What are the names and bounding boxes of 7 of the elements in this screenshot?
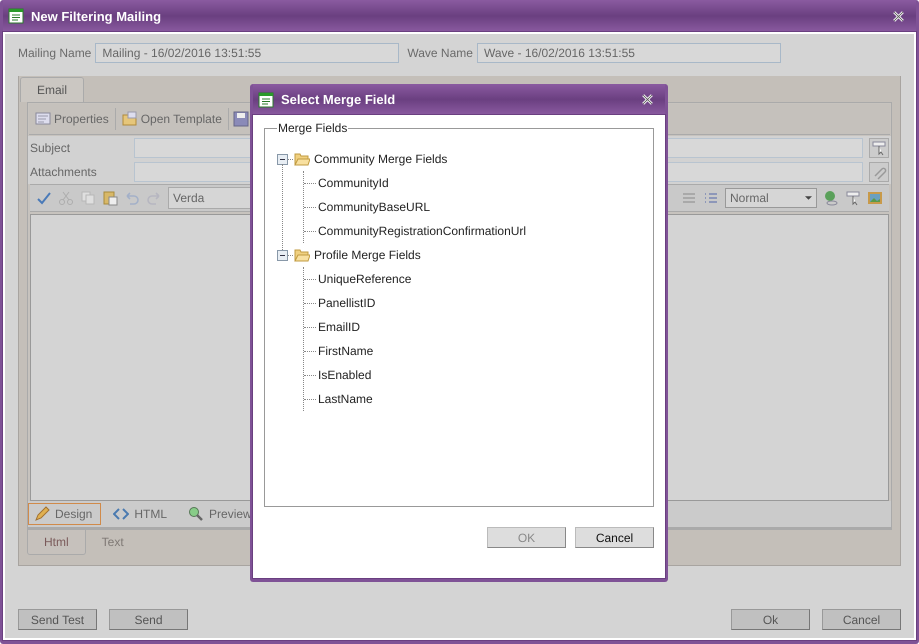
dialog-title: Select Merge Field xyxy=(281,92,396,107)
field-label: Mailing Name xyxy=(18,46,92,60)
group-legend: Merge Fields xyxy=(277,121,348,135)
field-label: Wave Name xyxy=(407,46,473,60)
field-label: Subject xyxy=(30,141,72,155)
window-title: New Filtering Mailing xyxy=(31,8,162,24)
field-label: Attachments xyxy=(30,165,98,179)
